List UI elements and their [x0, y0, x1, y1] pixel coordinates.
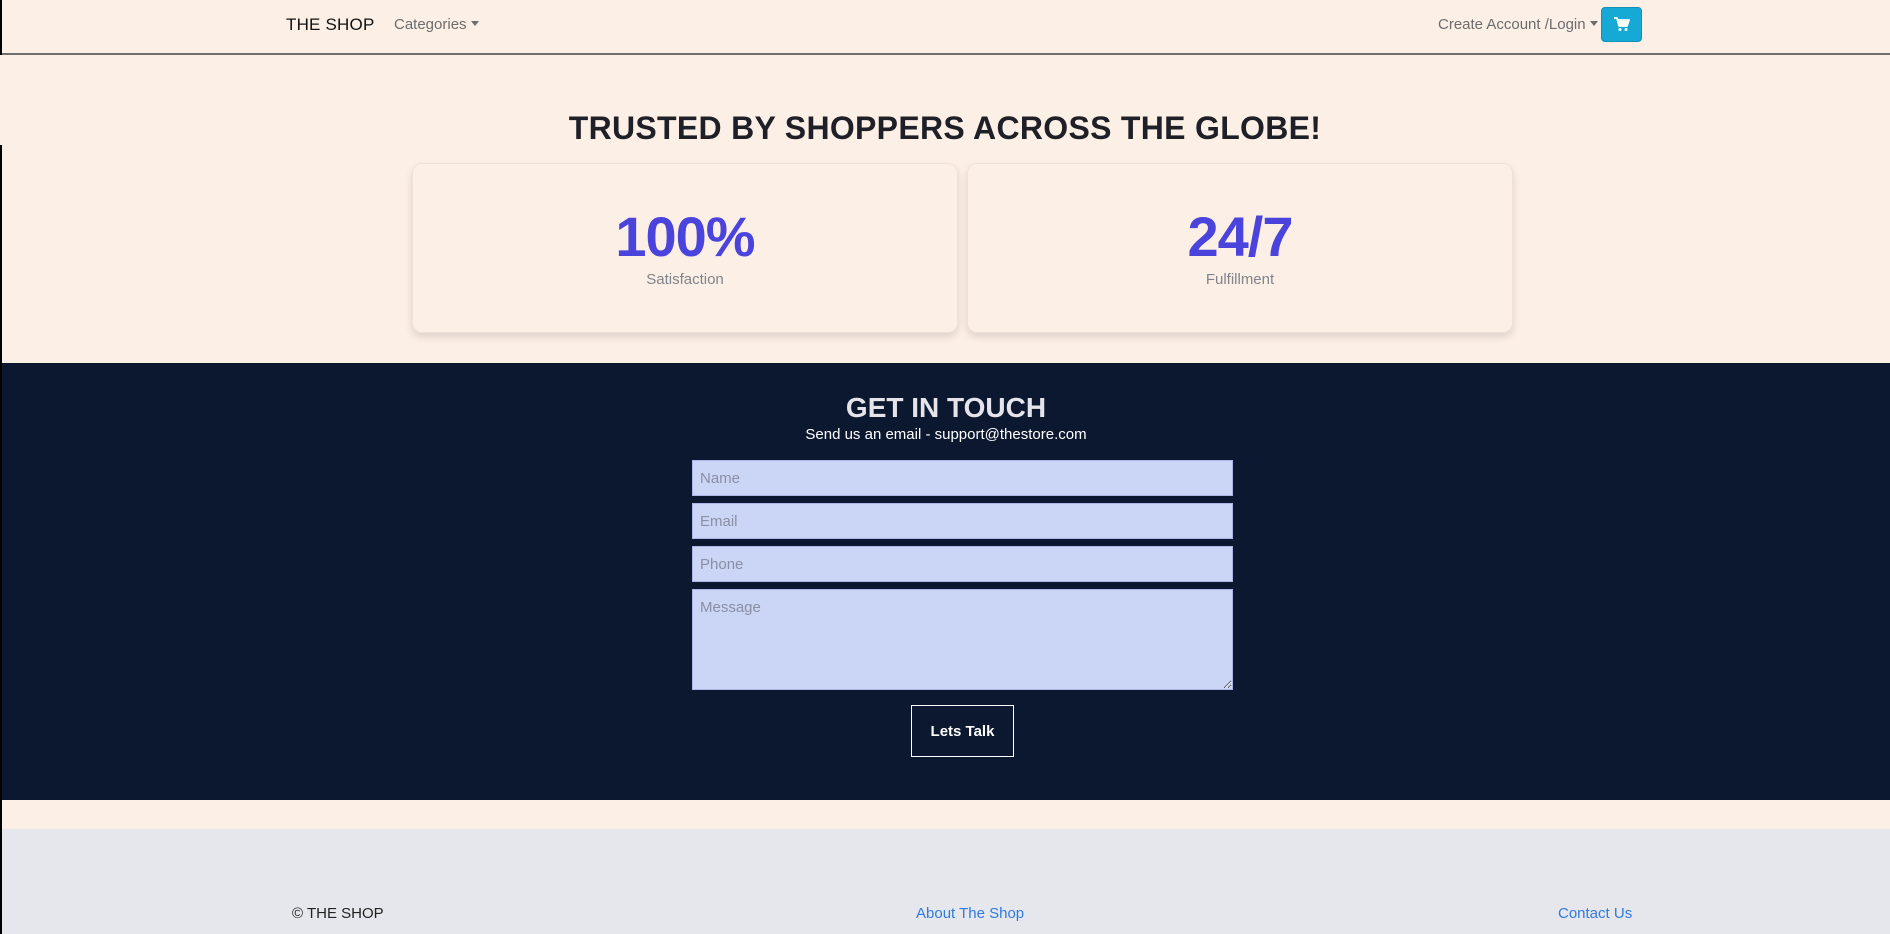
- stat-card-fulfillment: 24/7 Fulfillment: [967, 163, 1513, 333]
- stat-label: Satisfaction: [646, 271, 724, 288]
- cart-icon: [1613, 17, 1630, 31]
- categories-label: Categories: [394, 16, 467, 33]
- contact-section: GET IN TOUCH Send us an email - support@…: [2, 363, 1890, 800]
- chevron-down-icon: [1589, 21, 1598, 26]
- account-label: Create Account /Login: [1438, 16, 1586, 33]
- contact-heading: GET IN TOUCH: [845, 392, 1047, 423]
- top-navbar: THE SHOP Categories Create Account /Logi…: [2, 0, 1890, 55]
- contact-us-link[interactable]: Contact Us: [1558, 905, 1632, 922]
- message-textarea[interactable]: [692, 589, 1233, 690]
- contact-subtitle: Send us an email - support@thestore.com: [805, 426, 1087, 443]
- email-input[interactable]: [692, 503, 1233, 539]
- account-dropdown[interactable]: Create Account /Login: [1438, 16, 1598, 33]
- stat-value: 100%: [615, 205, 755, 268]
- lets-talk-button[interactable]: Lets Talk: [911, 705, 1014, 757]
- page-footer: © THE SHOP About The Shop Contact Us: [2, 829, 1890, 934]
- stat-label: Fulfillment: [1205, 271, 1275, 288]
- brand-link[interactable]: THE SHOP: [286, 15, 375, 35]
- phone-input[interactable]: [692, 546, 1233, 582]
- categories-dropdown[interactable]: Categories: [394, 16, 479, 33]
- cart-button[interactable]: [1601, 7, 1642, 42]
- stat-card-satisfaction: 100% Satisfaction: [412, 163, 958, 333]
- chevron-down-icon: [470, 21, 479, 26]
- footer-copyright: © THE SHOP: [292, 905, 384, 922]
- name-input[interactable]: [692, 460, 1233, 496]
- stat-value: 24/7: [1187, 205, 1294, 268]
- about-link[interactable]: About The Shop: [916, 905, 1024, 922]
- trust-heading: TRUSTED BY SHOPPERS ACROSS THE GLOBE!: [568, 110, 1322, 146]
